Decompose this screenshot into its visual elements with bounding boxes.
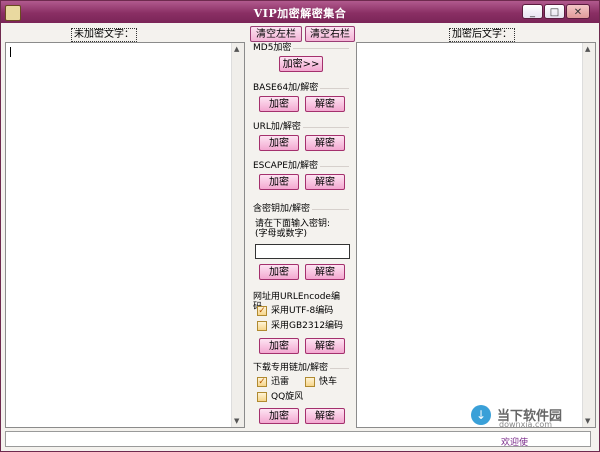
app-window: VIP加密解密集合 _ □ ✕ 未加密文字： 加密后文字： 清空左栏 清空右栏 … [0, 0, 600, 452]
escape-encrypt-button[interactable]: 加密 [259, 174, 299, 190]
url-encrypt-button[interactable]: 加密 [259, 135, 299, 151]
right-scrollbar[interactable]: ▲ ▼ [582, 43, 595, 427]
xunlei-checkbox[interactable]: ✓ [257, 377, 267, 387]
minimize-button[interactable]: _ [522, 4, 543, 19]
escape-decrypt-button[interactable]: 解密 [305, 174, 345, 190]
qq-xuanfeng-checkbox[interactable] [257, 392, 267, 402]
md5-group: MD5加密 [253, 43, 349, 53]
key-encrypt-button[interactable]: 加密 [259, 264, 299, 280]
scroll-down-icon[interactable]: ▼ [234, 417, 239, 425]
escape-group: ESCAPE加/解密 [253, 161, 349, 171]
title-bar[interactable]: VIP加密解密集合 _ □ ✕ [1, 1, 599, 23]
download-encrypt-button[interactable]: 加密 [259, 408, 299, 424]
window-title: VIP加密解密集合 [253, 7, 347, 20]
urlencode-decrypt-button[interactable]: 解密 [305, 338, 345, 354]
clear-left-button[interactable]: 清空左栏 [250, 26, 302, 42]
gb2312-checkbox[interactable] [257, 321, 267, 331]
xunlei-label: 迅雷 [271, 377, 290, 387]
download-decrypt-button[interactable]: 解密 [305, 408, 345, 424]
download-group: 下载专用链加/解密 [253, 363, 349, 373]
url-decrypt-button[interactable]: 解密 [305, 135, 345, 151]
md5-encrypt-button[interactable]: 加密>> [279, 56, 323, 72]
plain-text-area[interactable]: ▲ ▼ [5, 42, 245, 428]
escape-title: ESCAPE加/解密 [253, 161, 320, 171]
url-group: URL加/解密 [253, 122, 349, 132]
scroll-up-icon[interactable]: ▲ [585, 45, 590, 53]
status-text: 欢迎使 [501, 438, 529, 448]
left-scrollbar[interactable]: ▲ ▼ [231, 43, 244, 427]
download-title: 下载专用链加/解密 [253, 363, 331, 373]
close-button[interactable]: ✕ [566, 4, 590, 19]
base64-group: BASE64加/解密 [253, 83, 349, 93]
key-group: 含密钥加/解密 [253, 204, 349, 214]
scroll-up-icon[interactable]: ▲ [234, 45, 239, 53]
key-decrypt-button[interactable]: 解密 [305, 264, 345, 280]
gb2312-label: 采用GB2312编码 [271, 321, 344, 331]
urlencode-group: 网址用URLEncode编码 [253, 292, 349, 312]
key-title: 含密钥加/解密 [253, 204, 313, 214]
watermark: ↓ 当下软件园 downxia.com [471, 405, 589, 429]
url-title: URL加/解密 [253, 122, 303, 132]
md5-title: MD5加密 [253, 43, 294, 53]
kuaiche-checkbox[interactable] [305, 377, 315, 387]
key-input[interactable] [255, 244, 350, 259]
operations-panel: MD5加密 加密>> BASE64加/解密 加密 解密 URL加/解密 加密 解… [249, 42, 355, 426]
download-arrow-icon: ↓ [471, 405, 491, 425]
encrypted-text-area[interactable]: ▲ ▼ [356, 42, 596, 428]
base64-encrypt-button[interactable]: 加密 [259, 96, 299, 112]
key-note-2: (字母或数字) [255, 229, 308, 239]
utf8-label: 采用UTF-8编码 [271, 306, 334, 316]
utf8-checkbox[interactable]: ✓ [257, 306, 267, 316]
qq-xuanfeng-label: QQ旋风 [271, 392, 304, 402]
kuaiche-label: 快车 [319, 377, 338, 387]
left-label: 未加密文字： [71, 28, 137, 42]
watermark-subtext: downxia.com [499, 420, 553, 429]
base64-decrypt-button[interactable]: 解密 [305, 96, 345, 112]
maximize-button[interactable]: □ [544, 4, 565, 19]
clear-right-button[interactable]: 清空右栏 [305, 26, 355, 42]
base64-title: BASE64加/解密 [253, 83, 321, 93]
text-caret [10, 47, 11, 57]
urlencode-encrypt-button[interactable]: 加密 [259, 338, 299, 354]
right-label: 加密后文字： [449, 28, 515, 42]
